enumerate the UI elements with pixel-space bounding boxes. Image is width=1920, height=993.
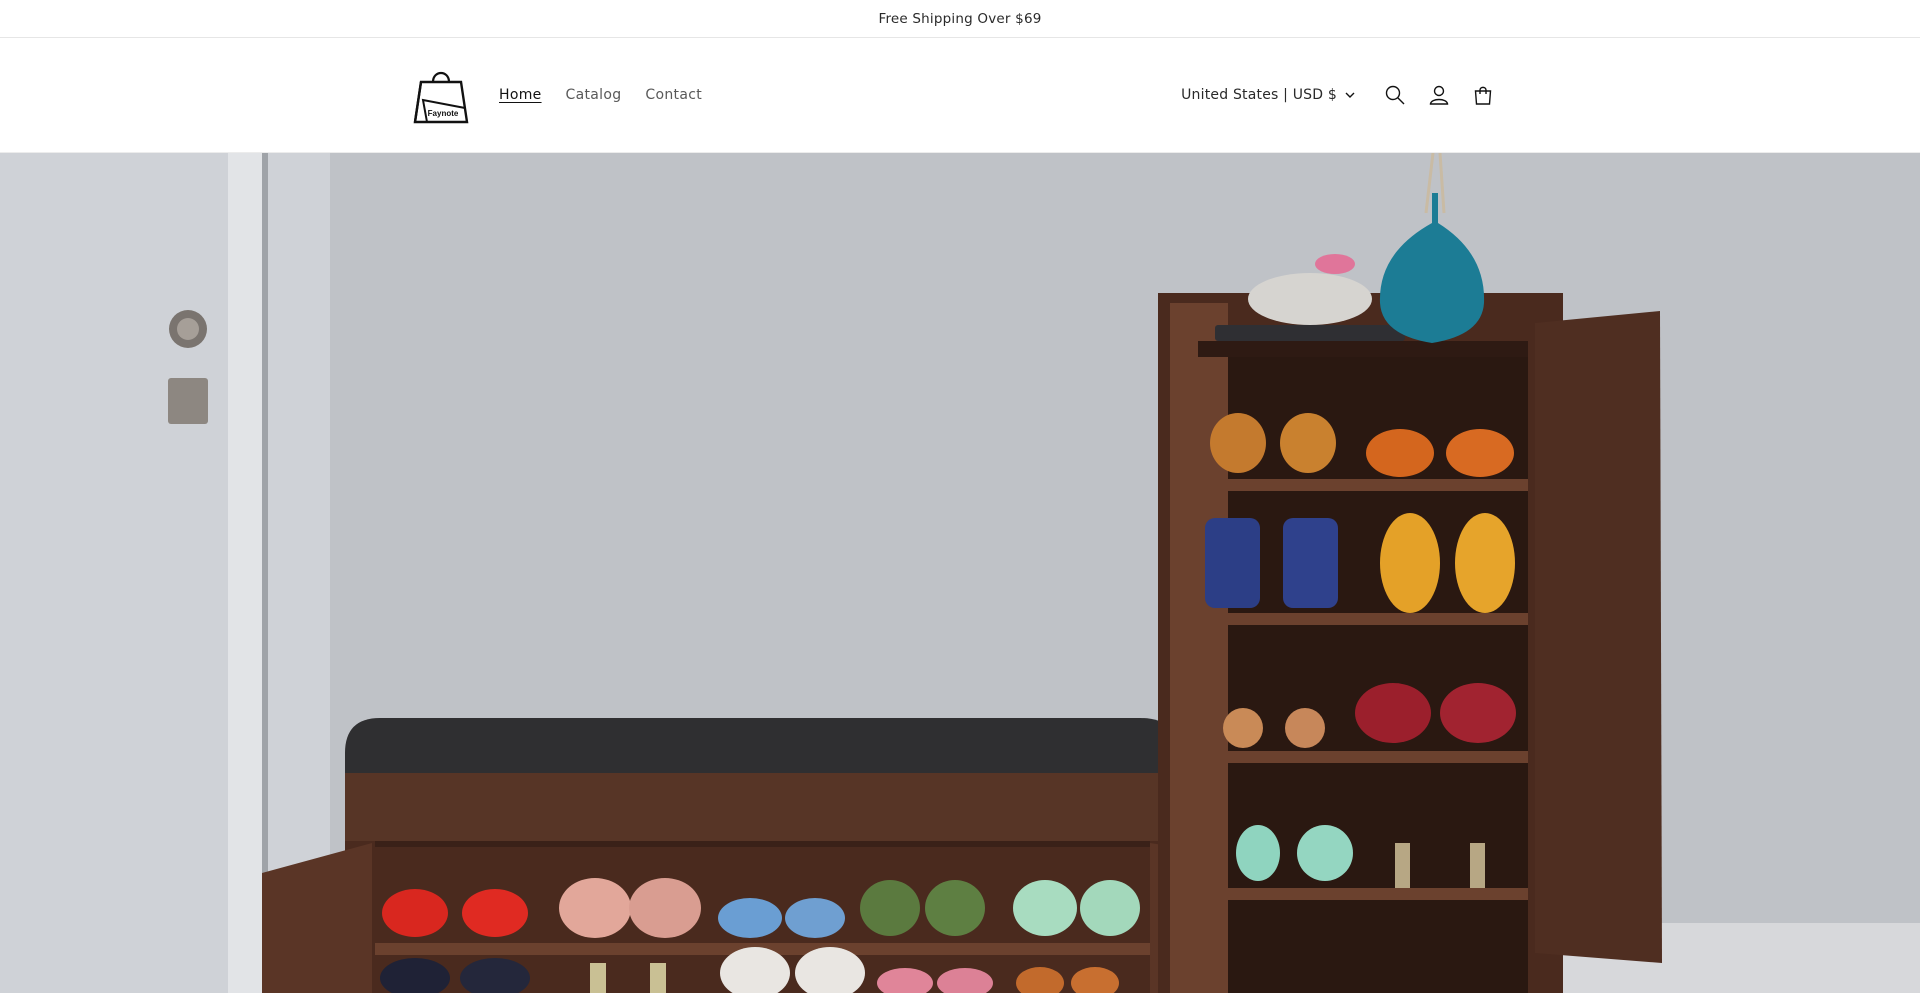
site-header: Faynote Home Catalog Contact United Stat… <box>0 38 1920 153</box>
announcement-bar: Free Shipping Over $69 <box>0 0 1920 38</box>
nav-contact[interactable]: Contact <box>645 87 702 103</box>
account-button[interactable] <box>1417 73 1461 117</box>
locale-label: United States | USD $ <box>1181 87 1337 103</box>
logo-wordmark: Faynote <box>428 109 459 118</box>
cart-button[interactable] <box>1461 73 1505 117</box>
nav-home[interactable]: Home <box>499 87 542 103</box>
shoe-cabinet-bench-photo <box>0 153 1920 993</box>
brand-logo[interactable]: Faynote <box>405 59 477 131</box>
announcement-text: Free Shipping Over $69 <box>878 10 1042 27</box>
search-button[interactable] <box>1373 73 1417 117</box>
main-nav: Home Catalog Contact <box>499 87 702 103</box>
hero-banner[interactable] <box>0 153 1920 993</box>
nav-catalog[interactable]: Catalog <box>566 87 622 103</box>
chevron-down-icon <box>1345 92 1355 98</box>
account-icon <box>1429 85 1449 105</box>
shopping-bag-logo-icon: Faynote <box>413 71 469 124</box>
locale-selector[interactable]: United States | USD $ <box>1181 87 1355 103</box>
search-icon <box>1385 85 1405 105</box>
cart-icon <box>1474 86 1492 105</box>
